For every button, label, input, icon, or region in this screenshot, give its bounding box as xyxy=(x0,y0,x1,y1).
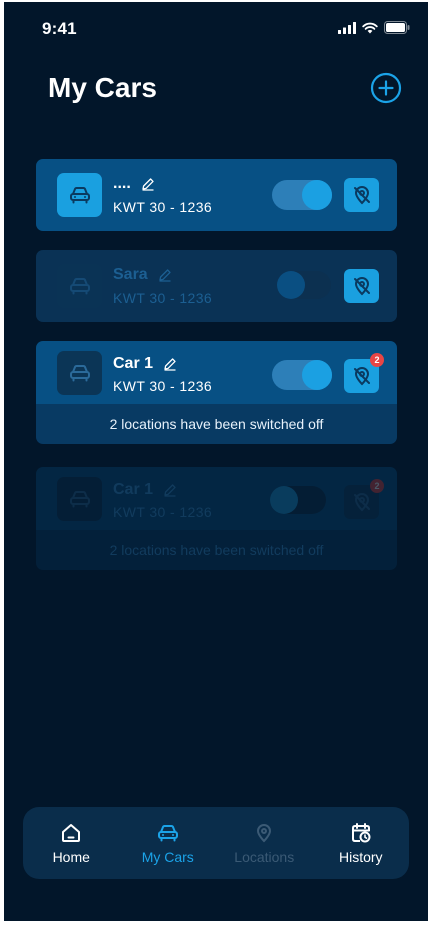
car-tracking-toggle[interactable] xyxy=(270,486,326,514)
car-tracking-toggle[interactable] xyxy=(272,360,332,390)
status-icons xyxy=(338,21,410,34)
tab-my-cars[interactable]: My Cars xyxy=(120,807,217,879)
car-card[interactable]: Car 1 KWT 30 - 1236 2 2 locations have b… xyxy=(36,467,397,570)
location-off-icon xyxy=(353,185,370,205)
car-name: .... xyxy=(113,175,131,192)
location-off-button[interactable]: 2 xyxy=(344,353,384,393)
toggle-knob xyxy=(302,180,332,210)
location-off-icon xyxy=(353,366,370,386)
car-name: Sara xyxy=(113,266,148,283)
car-name: Car 1 xyxy=(113,481,154,498)
battery-icon xyxy=(384,21,410,34)
car-avatar xyxy=(57,477,102,521)
calendar-clock-icon xyxy=(351,822,371,842)
locations-off-notice: 2 locations have been switched off xyxy=(36,530,397,570)
car-avatar xyxy=(57,264,102,308)
location-off-button[interactable] xyxy=(344,269,379,303)
tab-label: Locations xyxy=(234,848,295,865)
car-icon xyxy=(69,278,90,295)
car-avatar xyxy=(57,351,102,395)
car-plate: KWT 30 - 1236 xyxy=(113,378,213,394)
car-name: Car 1 xyxy=(113,355,154,372)
status-bar: 9:41 xyxy=(4,2,428,54)
car-icon xyxy=(69,365,90,382)
car-name-row: .... xyxy=(113,175,155,193)
location-off-button[interactable]: 2 xyxy=(344,479,384,519)
add-car-button[interactable] xyxy=(370,72,402,104)
car-icon xyxy=(69,187,90,204)
tab-label: Home xyxy=(52,848,90,865)
notification-badge: 2 xyxy=(370,479,384,493)
location-pin-icon xyxy=(257,823,272,842)
car-card[interactable]: .... KWT 30 - 1236 xyxy=(36,159,397,231)
car-tracking-toggle[interactable] xyxy=(277,271,331,299)
edit-pencil-icon[interactable] xyxy=(141,177,155,191)
tab-label: My Cars xyxy=(141,848,194,865)
car-avatar xyxy=(57,173,102,217)
location-off-button[interactable] xyxy=(344,178,379,212)
car-name-row: Car 1 xyxy=(113,481,177,499)
tab-label: History xyxy=(338,848,383,865)
notification-badge: 2 xyxy=(370,353,384,367)
tab-locations[interactable]: Locations xyxy=(216,807,313,879)
car-card[interactable]: Car 1 KWT 30 - 1236 2 2 locations have b… xyxy=(36,341,397,444)
tab-history[interactable]: History xyxy=(313,807,410,879)
car-icon xyxy=(157,824,178,841)
car-tracking-toggle[interactable] xyxy=(272,180,332,210)
location-off-icon xyxy=(353,276,370,296)
locations-off-notice: 2 locations have been switched off xyxy=(36,404,397,444)
car-icon xyxy=(69,491,90,508)
car-name-row: Car 1 xyxy=(113,355,177,373)
wifi-icon xyxy=(362,22,378,33)
car-plate: KWT 30 - 1236 xyxy=(113,504,213,520)
toggle-knob xyxy=(277,271,305,299)
signal-icon xyxy=(338,21,356,34)
car-name-row: Sara xyxy=(113,266,172,284)
car-card[interactable]: Sara KWT 30 - 1236 xyxy=(36,250,397,322)
edit-pencil-icon[interactable] xyxy=(163,357,177,371)
car-plate: KWT 30 - 1236 xyxy=(113,199,213,215)
toggle-knob xyxy=(302,360,332,390)
toggle-knob xyxy=(270,486,298,514)
app-screen: 9:41 My Cars .... KWT 30 - 1236 Sara KWT… xyxy=(4,2,428,921)
edit-pencil-icon[interactable] xyxy=(163,483,177,497)
home-icon xyxy=(62,823,81,842)
car-plate: KWT 30 - 1236 xyxy=(113,290,213,306)
edit-pencil-icon[interactable] xyxy=(158,268,172,282)
location-off-icon xyxy=(353,492,370,512)
page-title: My Cars xyxy=(48,72,157,103)
status-time: 9:41 xyxy=(42,19,77,38)
tab-home[interactable]: Home xyxy=(23,807,120,879)
bottom-tab-bar: Home My Cars Locations History xyxy=(23,807,409,879)
